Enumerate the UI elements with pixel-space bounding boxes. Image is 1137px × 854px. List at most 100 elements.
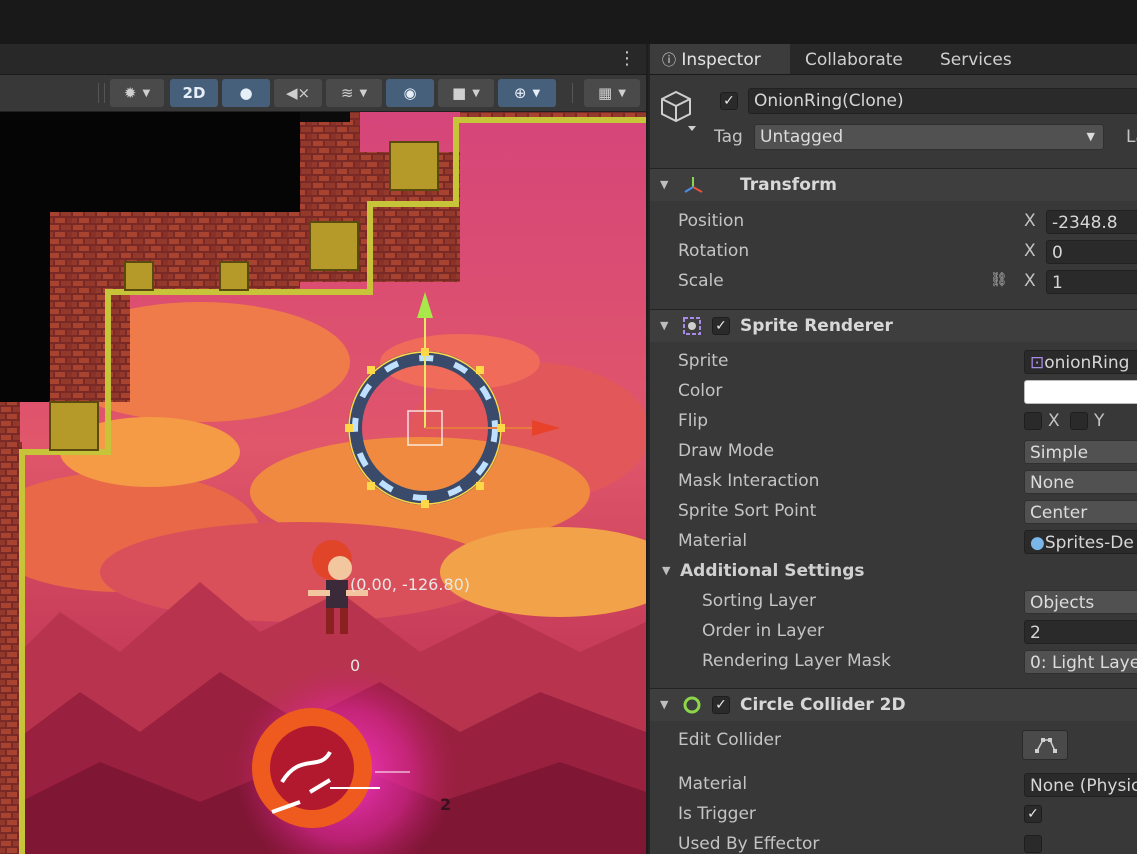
sprite-row: Sprite ⊡onionRing [650, 346, 1137, 376]
position-x-field[interactable]: -2348.8 [1046, 210, 1137, 234]
chevron-down-icon: ▼ [532, 87, 541, 99]
tab-inspector[interactable]: ⓘ Inspector [650, 44, 790, 74]
circle-collider-header[interactable]: ▼ ✓ Circle Collider 2D [650, 688, 1137, 721]
mask-interaction-dropdown[interactable]: None [1024, 470, 1137, 494]
additional-settings-row[interactable]: ▼ Additional Settings [650, 556, 1137, 586]
bug-icon: ✹ [123, 84, 137, 102]
edit-collider-button[interactable] [1022, 730, 1068, 760]
flip-y-label: Y [1094, 411, 1105, 431]
is-trigger-label: Is Trigger [678, 804, 756, 824]
position-readout: (0.00, -126.80) [350, 575, 471, 594]
circle-collider-title: Circle Collider 2D [740, 695, 906, 715]
is-trigger-checkbox[interactable]: ✓ [1024, 805, 1042, 823]
rotation-row: Rotation X 0 [650, 236, 1137, 266]
link-broken-icon[interactable]: ⛓ [990, 272, 1008, 288]
collider-material-label: Material [678, 774, 748, 794]
chevron-down-icon: ▼ [142, 87, 151, 99]
chevron-down-icon: ▼ [618, 87, 626, 99]
scale-x-label[interactable]: X [1024, 266, 1036, 296]
speaker-mute-icon: ◀× [285, 84, 311, 102]
grid-button[interactable]: ▦ ▼ [584, 79, 640, 107]
rotation-x-label[interactable]: X [1024, 236, 1036, 266]
sprite-field[interactable]: ⊡onionRing [1024, 350, 1137, 374]
sprite-renderer-enabled-checkbox[interactable]: ✓ [712, 317, 730, 335]
circle-collider-enabled-checkbox[interactable]: ✓ [712, 696, 730, 714]
collider-material-field[interactable]: None (Physic [1024, 773, 1137, 797]
eye-hidden-icon: ◉ [403, 84, 417, 102]
mask-interaction-label: Mask Interaction [678, 471, 820, 491]
effects-button[interactable]: ≋ ▼ [326, 79, 382, 107]
tab-services-label: Services [940, 50, 1012, 70]
layers-icon: ≋ [340, 84, 354, 102]
scene-toolbar: ✹ ▼ 2D ● ◀× ≋ ▼ ◉ ■ ▼ ⊕ ▼ ▦ ▼ [0, 75, 646, 112]
draw-mode-row: Draw Mode Simple [650, 436, 1137, 466]
2d-toggle-button[interactable]: 2D [170, 79, 218, 107]
audio-toggle-button[interactable]: ◀× [274, 79, 322, 107]
used-by-effector-row: Used By Effector [650, 829, 1137, 854]
flip-y-checkbox[interactable] [1070, 412, 1088, 430]
gameobject-icon[interactable] [658, 88, 698, 131]
material-asset-icon: ● [1030, 533, 1045, 553]
info-icon: ⓘ [662, 53, 676, 69]
color-label: Color [678, 381, 723, 401]
scale-x-field[interactable]: 1 [1046, 270, 1137, 294]
tab-collaborate-label: Collaborate [805, 50, 903, 70]
tab-inspector-label: Inspector [681, 50, 761, 70]
foldout-arrow-icon: ▼ [660, 178, 669, 191]
draw-mode-dropdown[interactable]: Simple [1024, 440, 1137, 464]
used-by-effector-label: Used By Effector [678, 834, 820, 854]
used-by-effector-checkbox[interactable] [1024, 835, 1042, 853]
material-field[interactable]: ●Sprites-De [1024, 530, 1137, 554]
camera-button[interactable]: ■ ▼ [438, 79, 494, 107]
is-trigger-row: Is Trigger ✓ [650, 799, 1137, 829]
damage-number: 2 [440, 795, 451, 814]
lightbulb-icon: ● [239, 84, 253, 102]
foldout-arrow-icon: ▼ [662, 564, 671, 577]
sorting-layer-row: Sorting Layer Objects [650, 586, 1137, 616]
rotation-x-field[interactable]: 0 [1046, 240, 1137, 264]
position-row: Position X -2348.8 [650, 206, 1137, 236]
transform-header[interactable]: ▼ Transform [650, 168, 1137, 201]
visibility-toggle-button[interactable]: ◉ [386, 79, 434, 107]
transform-title: Transform [740, 175, 837, 195]
lighting-toggle-button[interactable]: ● [222, 79, 270, 107]
layer-label: La [1126, 127, 1137, 147]
gizmos-button[interactable]: ⊕ ▼ [498, 79, 556, 107]
sort-point-dropdown[interactable]: Center [1024, 500, 1137, 524]
scene-tab-strip [0, 44, 646, 75]
position-label: Position [678, 211, 745, 231]
object-name-field[interactable]: OnionRing(Clone) [748, 88, 1137, 114]
chevron-down-icon: ▼ [1086, 130, 1095, 143]
material-value: Sprites-De [1044, 533, 1134, 553]
order-in-layer-row: Order in Layer 2 [650, 616, 1137, 646]
left-brick-wall [0, 442, 22, 854]
editor-top-bar [0, 0, 1137, 44]
flip-row: Flip X Y [650, 406, 1137, 436]
toolbar-separator [572, 83, 573, 103]
gizmo-debug-button[interactable]: ✹ ▼ [110, 79, 164, 107]
toolbar-separator [104, 83, 105, 103]
tag-dropdown[interactable]: Untagged ▼ [754, 124, 1104, 150]
order-in-layer-field[interactable]: 2 [1024, 620, 1137, 644]
edit-collider-row: Edit Collider [650, 725, 1137, 760]
scene-canvas[interactable]: 2 (0.00, -126.80) 0 [0, 112, 646, 854]
active-checkbox[interactable]: ✓ [720, 92, 738, 110]
order-in-layer-label: Order in Layer [702, 621, 825, 641]
camera-icon: ■ [452, 84, 467, 102]
tab-services[interactable]: Services [940, 44, 1012, 74]
color-swatch[interactable] [1024, 380, 1137, 404]
sorting-layer-label: Sorting Layer [702, 591, 816, 611]
more-options-icon[interactable]: ⋮ [618, 48, 636, 70]
foldout-arrow-icon: ▼ [660, 319, 669, 332]
color-row: Color [650, 376, 1137, 406]
flip-x-checkbox[interactable] [1024, 412, 1042, 430]
tab-collaborate[interactable]: Collaborate [805, 44, 903, 74]
sorting-layer-dropdown[interactable]: Objects [1024, 590, 1137, 614]
zero-readout: 0 [350, 656, 361, 675]
rendering-mask-dropdown[interactable]: 0: Light Laye [1024, 650, 1137, 674]
rotation-label: Rotation [678, 241, 750, 261]
flip-label: Flip [678, 411, 709, 431]
material-row: Material ●Sprites-De [650, 526, 1137, 556]
sprite-renderer-header[interactable]: ▼ ✓ Sprite Renderer [650, 309, 1137, 342]
position-x-label[interactable]: X [1024, 206, 1036, 236]
